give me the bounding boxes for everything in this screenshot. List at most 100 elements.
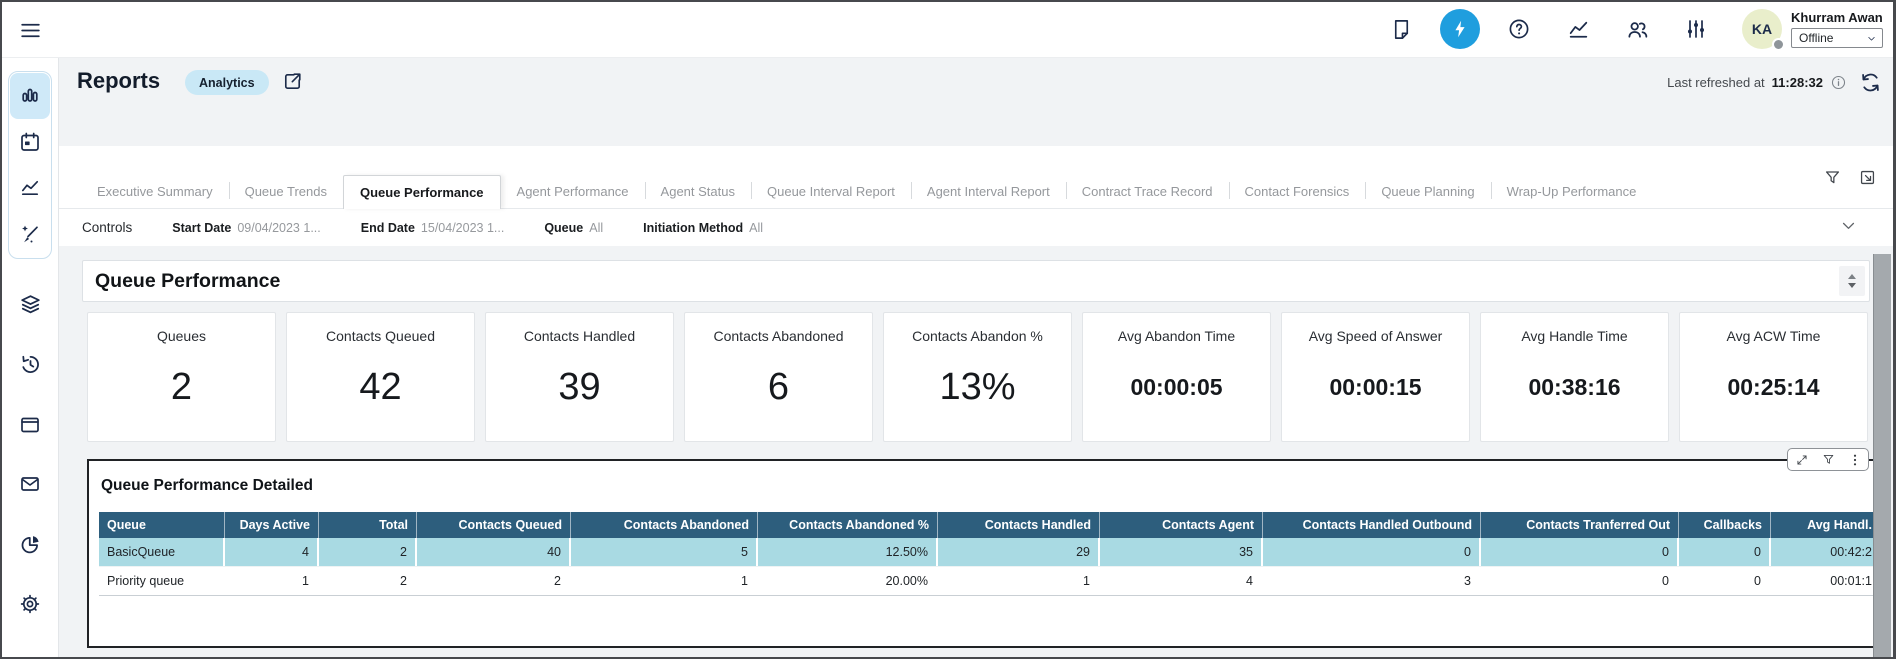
detail-table: Queue Days Active Total Contacts Queued … xyxy=(99,512,1873,596)
spinner-down-icon[interactable] xyxy=(1848,283,1856,288)
tab-queue-interval-report[interactable]: Queue Interval Report xyxy=(751,175,911,208)
table-title: Queue Performance Detailed xyxy=(101,477,313,495)
last-refreshed-label: Last refreshed at xyxy=(1667,75,1765,90)
avatar[interactable]: KA xyxy=(1742,9,1782,49)
section-title: Queue Performance xyxy=(83,261,1869,301)
sidebar-item-calendar[interactable] xyxy=(10,119,50,165)
export-icon[interactable] xyxy=(1858,168,1877,192)
kpi-card-avg-abandon-time: Avg Abandon Time 00:00:05 xyxy=(1082,312,1271,442)
column-header[interactable]: Contacts Queued xyxy=(417,512,571,538)
tab-queue-performance[interactable]: Queue Performance xyxy=(343,175,501,209)
column-header[interactable]: Contacts Agent xyxy=(1100,512,1263,538)
widget-filter-icon[interactable] xyxy=(1822,453,1835,466)
sidebar-item-line-chart[interactable] xyxy=(10,165,50,211)
column-header[interactable]: Queue xyxy=(99,512,225,538)
column-header[interactable]: Contacts Abandoned % xyxy=(758,512,938,538)
hamburger-icon[interactable] xyxy=(13,13,47,47)
tab-agent-interval-report[interactable]: Agent Interval Report xyxy=(911,175,1066,208)
sidebar-item-history[interactable] xyxy=(9,343,51,385)
vertical-scrollbar[interactable] xyxy=(1873,254,1891,657)
table-header-row: Queue Days Active Total Contacts Queued … xyxy=(99,512,1873,538)
tab-contract-trace-record[interactable]: Contract Trace Record xyxy=(1066,175,1229,208)
kpi-card-contacts-handled: Contacts Handled 39 xyxy=(485,312,674,442)
column-header[interactable]: Total xyxy=(319,512,417,538)
filter-start-date[interactable]: Start Date 09/04/2023 1... xyxy=(172,221,320,235)
chevron-down-icon xyxy=(1866,33,1877,44)
column-header[interactable]: Contacts Handled xyxy=(938,512,1100,538)
history-icon xyxy=(18,352,43,377)
app-window: KA Khurram Awan Offline xyxy=(0,0,1896,659)
top-bar-actions: KA Khurram Awan Offline xyxy=(1362,9,1883,49)
refresh-icon[interactable] xyxy=(1858,70,1883,100)
filter-initiation-method[interactable]: Initiation Method All xyxy=(643,221,763,235)
widget-toolbar xyxy=(1787,448,1869,471)
column-header[interactable]: Contacts Handled Outbound xyxy=(1263,512,1481,538)
filter-icon[interactable] xyxy=(1823,168,1842,192)
controls-label: Controls xyxy=(82,220,132,235)
kpi-card-avg-acw-time: Avg ACW Time 00:25:14 xyxy=(1679,312,1868,442)
section-scroll-spinner[interactable] xyxy=(1839,266,1865,296)
sidebar-item-window[interactable] xyxy=(9,404,51,446)
status-dot xyxy=(1772,38,1785,51)
sidebar-item-settings[interactable] xyxy=(9,583,51,625)
tab-agent-performance[interactable]: Agent Performance xyxy=(501,175,645,208)
kebab-menu-icon[interactable] xyxy=(1848,453,1862,467)
queue-performance-detailed-panel: Queue Performance Detailed Queue Days Ac… xyxy=(87,459,1875,648)
spinner-up-icon[interactable] xyxy=(1848,274,1856,279)
tabs-band: Executive Summary Queue Trends Queue Per… xyxy=(59,146,1893,246)
column-header[interactable]: Avg Handl. xyxy=(1771,512,1873,538)
sidebar xyxy=(2,58,59,657)
sidebar-item-design[interactable] xyxy=(10,211,50,257)
controls-collapse-icon[interactable] xyxy=(1840,217,1857,239)
users-icon[interactable] xyxy=(1617,9,1657,49)
user-name: Khurram Awan xyxy=(1791,10,1883,25)
sidebar-analytics-group xyxy=(8,71,52,259)
external-link-icon[interactable] xyxy=(281,70,304,98)
gear-icon xyxy=(18,592,42,616)
notepad-icon[interactable] xyxy=(1381,9,1421,49)
section-header: Queue Performance xyxy=(82,260,1870,302)
tab-agent-status[interactable]: Agent Status xyxy=(645,175,751,208)
tab-queue-planning[interactable]: Queue Planning xyxy=(1365,175,1490,208)
kpi-row: Queues 2 Contacts Queued 42 Contacts Han… xyxy=(87,312,1868,442)
column-header[interactable]: Contacts Tranferred Out xyxy=(1481,512,1679,538)
sidebar-item-pie-chart[interactable] xyxy=(9,523,51,565)
expand-icon[interactable] xyxy=(1795,453,1809,467)
tab-contact-forensics[interactable]: Contact Forensics xyxy=(1229,175,1366,208)
help-icon[interactable] xyxy=(1499,9,1539,49)
calendar-icon xyxy=(18,130,42,154)
last-refreshed-time: 11:28:32 xyxy=(1772,75,1823,90)
sidebar-item-bar-chart[interactable] xyxy=(10,73,50,119)
filter-queue[interactable]: Queue All xyxy=(544,221,603,235)
kpi-card-contacts-abandon-pct: Contacts Abandon % 13% xyxy=(883,312,1072,442)
table-row-priority-queue[interactable]: Priority queue 1 2 2 1 20.00% 1 4 3 0 0 … xyxy=(99,567,1873,596)
column-header[interactable]: Contacts Abandoned xyxy=(571,512,758,538)
column-header[interactable]: Days Active xyxy=(225,512,319,538)
design-brush-icon xyxy=(18,222,42,246)
sidebar-item-layers[interactable] xyxy=(9,283,51,325)
kpi-card-avg-handle-time: Avg Handle Time 00:38:16 xyxy=(1480,312,1669,442)
status-select[interactable]: Offline xyxy=(1791,28,1883,48)
filter-end-date[interactable]: End Date 15/04/2023 1... xyxy=(361,221,505,235)
pie-chart-icon xyxy=(18,532,43,557)
sidebar-item-mail[interactable] xyxy=(9,463,51,505)
tab-queue-trends[interactable]: Queue Trends xyxy=(229,175,343,208)
tab-wrap-up-performance[interactable]: Wrap-Up Performance xyxy=(1491,175,1653,208)
status-value: Offline xyxy=(1799,31,1833,45)
tab-bar: Executive Summary Queue Trends Queue Per… xyxy=(81,175,1652,208)
flash-icon[interactable] xyxy=(1440,9,1480,49)
kpi-card-contacts-abandoned: Contacts Abandoned 6 xyxy=(684,312,873,442)
kpi-card-contacts-queued: Contacts Queued 42 xyxy=(286,312,475,442)
main-content: Reports Analytics Last refreshed at 11:2… xyxy=(59,58,1893,657)
window-icon xyxy=(18,413,42,437)
mail-icon xyxy=(18,472,42,496)
table-row-basicqueue[interactable]: BasicQueue 4 2 40 5 12.50% 29 35 0 0 0 0… xyxy=(99,538,1873,567)
line-chart-icon xyxy=(18,176,42,200)
kpi-card-avg-speed-of-answer: Avg Speed of Answer 00:00:15 xyxy=(1281,312,1470,442)
settings-sliders-icon[interactable] xyxy=(1676,9,1716,49)
info-icon[interactable] xyxy=(1830,74,1847,91)
tab-executive-summary[interactable]: Executive Summary xyxy=(81,175,229,208)
metrics-icon[interactable] xyxy=(1558,9,1598,49)
column-header[interactable]: Callbacks xyxy=(1679,512,1771,538)
analytics-badge: Analytics xyxy=(185,70,269,95)
